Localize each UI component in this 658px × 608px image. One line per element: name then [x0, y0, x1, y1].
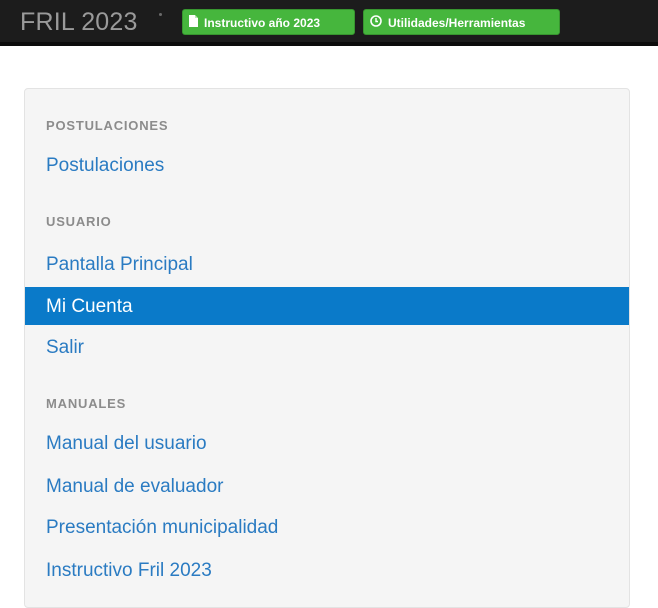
top-navbar: FRIL 2023 Instructivo año 2023 Utilidade… — [0, 0, 658, 46]
sidebar-item-manual-evaluador[interactable]: Manual de evaluador — [46, 476, 223, 498]
sidebar-item-mi-cuenta-label: Mi Cuenta — [46, 296, 133, 317]
sidebar-item-salir[interactable]: Salir — [46, 337, 84, 359]
app-brand[interactable]: FRIL 2023 — [20, 7, 138, 37]
section-header-manuales: MANUALES — [46, 396, 127, 411]
sidebar-item-manual-usuario[interactable]: Manual del usuario — [46, 433, 207, 455]
sidebar-item-postulaciones[interactable]: Postulaciones — [46, 155, 164, 177]
sidebar-item-instructivo-fril[interactable]: Instructivo Fril 2023 — [46, 560, 212, 582]
clock-icon — [370, 10, 382, 36]
sidebar-item-presentacion-municipalidad[interactable]: Presentación municipalidad — [46, 517, 278, 539]
section-header-usuario: USUARIO — [46, 214, 112, 229]
brand-dot — [159, 13, 162, 16]
instructivo-button[interactable]: Instructivo año 2023 — [182, 9, 355, 35]
file-icon — [189, 10, 198, 36]
utilidades-button[interactable]: Utilidades/Herramientas — [363, 9, 560, 35]
sidebar-item-pantalla-principal[interactable]: Pantalla Principal — [46, 254, 193, 276]
instructivo-label: Instructivo año 2023 — [204, 16, 321, 30]
sidebar-item-mi-cuenta[interactable]: Mi Cuenta — [25, 287, 629, 325]
utilidades-label: Utilidades/Herramientas — [388, 16, 526, 30]
section-header-postulaciones: POSTULACIONES — [46, 118, 169, 133]
